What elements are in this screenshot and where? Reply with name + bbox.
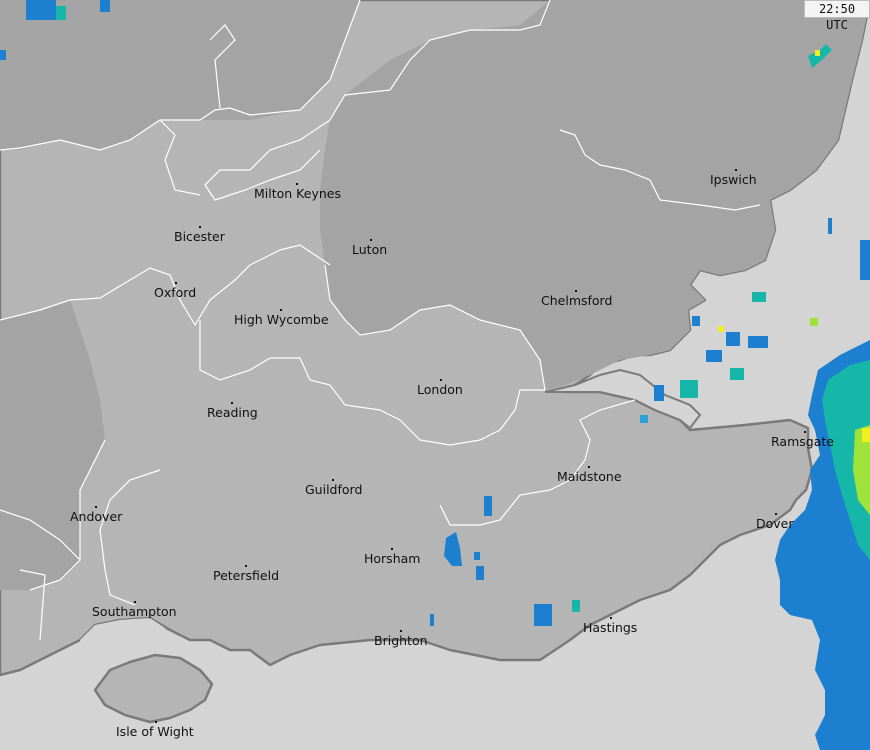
city-label-horsham: Horsham [364, 551, 421, 566]
city-label-luton: Luton [352, 242, 388, 257]
city-label-brighton: Brighton [374, 633, 428, 648]
city-dot [332, 479, 334, 481]
city-label-ramsgate: Ramsgate [771, 434, 834, 449]
city-dot [804, 431, 806, 433]
city-dot [588, 466, 590, 468]
city-dot [440, 379, 442, 381]
city-dot [134, 601, 136, 603]
city-dot [296, 183, 298, 185]
city-label-isle-of-wight: Isle of Wight [116, 724, 194, 739]
city-dot [735, 169, 737, 171]
city-dot [175, 282, 177, 284]
city-label-oxford: Oxford [154, 285, 197, 300]
city-label-ipswich: Ipswich [710, 172, 757, 187]
city-label-milton-keynes: Milton Keynes [254, 186, 341, 201]
city-dot [231, 402, 233, 404]
city-dot [199, 226, 201, 228]
city-dot [391, 548, 393, 550]
city-dot [280, 309, 282, 311]
city-dot [400, 630, 402, 632]
city-label-dover: Dover [756, 516, 794, 531]
city-label-chelmsford: Chelmsford [541, 293, 613, 308]
city-dot [610, 617, 612, 619]
city-label-reading: Reading [207, 405, 258, 420]
city-dot [245, 565, 247, 567]
city-dot [95, 506, 97, 508]
radar-map[interactable]: Milton Keynes Bicester Luton Ipswich Oxf… [0, 0, 870, 750]
city-dot [155, 721, 157, 723]
city-label-guildford: Guildford [305, 482, 363, 497]
city-label-andover: Andover [70, 509, 123, 524]
city-label-high-wycombe: High Wycombe [234, 312, 329, 327]
city-label-hastings: Hastings [583, 620, 638, 635]
map-base [0, 0, 870, 750]
city-label-london: London [417, 382, 463, 397]
city-label-southampton: Southampton [92, 604, 177, 619]
city-dot [370, 239, 372, 241]
timestamp-badge: 22:50 UTC [804, 0, 870, 32]
city-label-maidstone: Maidstone [557, 469, 622, 484]
isle-of-wight [93, 653, 214, 724]
city-label-petersfield: Petersfield [213, 568, 279, 583]
city-dot [775, 513, 777, 515]
city-label-bicester: Bicester [174, 229, 225, 244]
city-dot [575, 290, 577, 292]
